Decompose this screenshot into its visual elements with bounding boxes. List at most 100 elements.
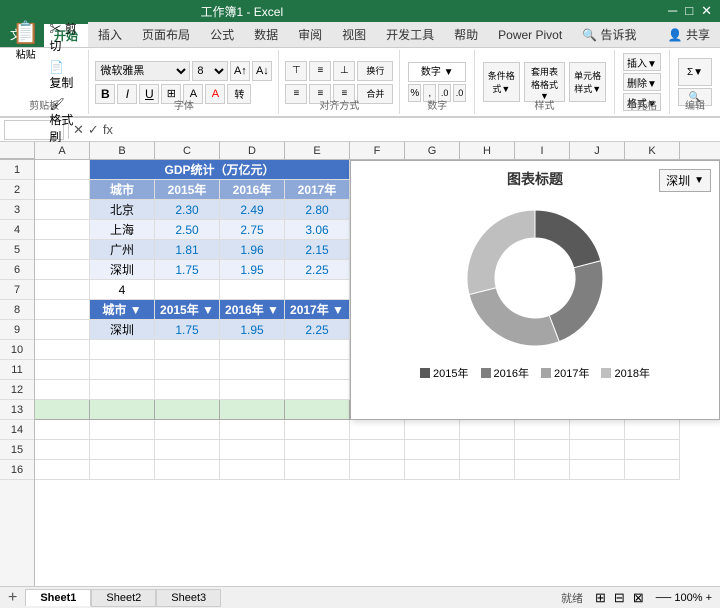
col-header-j[interactable]: J <box>570 142 625 159</box>
tab-tellme[interactable]: 🔍 告诉我 <box>572 22 646 47</box>
cell-e4[interactable]: 3.06 <box>285 220 350 240</box>
row-num-7[interactable]: 7 <box>0 280 34 300</box>
align-top-button[interactable]: ⊤ <box>285 61 307 81</box>
cell-b4[interactable]: 上海 <box>90 220 155 240</box>
row-num-12[interactable]: 12 <box>0 380 34 400</box>
cell-d3[interactable]: 2.49 <box>220 200 285 220</box>
chart-dropdown[interactable]: 深圳 ▼ <box>659 169 711 192</box>
tab-view[interactable]: 视图 <box>332 22 376 47</box>
tab-powerpivot[interactable]: Power Pivot <box>488 22 572 47</box>
tab-formula[interactable]: 公式 <box>200 22 244 47</box>
font-size-select[interactable]: 8 <box>192 61 228 81</box>
cell-d9[interactable]: 1.95 <box>220 320 285 340</box>
cell-b1-merged[interactable]: GDP统计（万亿元） <box>90 160 350 180</box>
tab-layout[interactable]: 页面布局 <box>132 22 200 47</box>
col-header-c[interactable]: C <box>155 142 220 159</box>
cell-d7[interactable] <box>220 280 285 300</box>
col-header-h[interactable]: H <box>460 142 515 159</box>
align-bottom-button[interactable]: ⊥ <box>333 61 355 81</box>
sheet-tab-sheet2[interactable]: Sheet2 <box>91 589 156 607</box>
row-num-15[interactable]: 15 <box>0 440 34 460</box>
cell-e6[interactable]: 2.25 <box>285 260 350 280</box>
decrease-font-button[interactable]: A↓ <box>252 61 272 81</box>
cell-e3[interactable]: 2.80 <box>285 200 350 220</box>
cut-button[interactable]: ✂ 剪切 <box>47 18 80 56</box>
row-num-9[interactable]: 9 <box>0 320 34 340</box>
col-header-k[interactable]: K <box>625 142 680 159</box>
view-normal-icon[interactable]: ⊞ <box>591 590 610 606</box>
wrap-text-button[interactable]: 换行 <box>357 61 393 81</box>
view-page-icon[interactable]: ⊠ <box>629 590 648 606</box>
cell-e5[interactable]: 2.15 <box>285 240 350 260</box>
cell-c8[interactable]: 2015年 ▼ <box>155 300 220 320</box>
view-layout-icon[interactable]: ⊟ <box>610 590 629 606</box>
col-header-d[interactable]: D <box>220 142 285 159</box>
cell-b2[interactable]: 城市 <box>90 180 155 200</box>
close-icon[interactable]: ✕ <box>701 3 712 19</box>
cell-b5[interactable]: 广州 <box>90 240 155 260</box>
tab-insert[interactable]: 插入 <box>88 22 132 47</box>
cell-d5[interactable]: 1.96 <box>220 240 285 260</box>
col-header-i[interactable]: I <box>515 142 570 159</box>
cell-e9[interactable]: 2.25 <box>285 320 350 340</box>
cell-d4[interactable]: 2.75 <box>220 220 285 240</box>
row-num-4[interactable]: 4 <box>0 220 34 240</box>
sheet-tab-sheet3[interactable]: Sheet3 <box>156 589 221 607</box>
zoom-slider[interactable]: ── 100% + <box>648 592 720 604</box>
table-format-button[interactable]: 套用表格格式▼ <box>524 62 566 102</box>
autosum-button[interactable]: Σ▼ <box>678 58 712 86</box>
tab-help[interactable]: 帮助 <box>444 22 488 47</box>
cell-b3[interactable]: 北京 <box>90 200 155 220</box>
increase-font-button[interactable]: A↑ <box>230 61 250 81</box>
row-num-8[interactable]: 8 <box>0 300 34 320</box>
tab-review[interactable]: 审阅 <box>288 22 332 47</box>
row-num-14[interactable]: 14 <box>0 420 34 440</box>
minimize-icon[interactable]: ─ <box>668 3 677 19</box>
paste-button[interactable]: 📋 粘贴 <box>8 18 43 63</box>
cell-a4[interactable] <box>35 220 90 240</box>
col-header-f[interactable]: F <box>350 142 405 159</box>
cell-d2[interactable]: 2016年 <box>220 180 285 200</box>
cell-a7[interactable] <box>35 280 90 300</box>
row-num-2[interactable]: 2 <box>0 180 34 200</box>
cell-style-button[interactable]: 单元格样式▼ <box>569 62 606 102</box>
sheet-tab-add[interactable]: + <box>0 587 25 609</box>
align-middle-button[interactable]: ≡ <box>309 61 331 81</box>
tab-dev[interactable]: 开发工具 <box>376 22 444 47</box>
cell-b8[interactable]: 城市 ▼ <box>90 300 155 320</box>
row-num-6[interactable]: 6 <box>0 260 34 280</box>
cell-b10[interactable] <box>90 340 155 360</box>
row-num-5[interactable]: 5 <box>0 240 34 260</box>
row-num-3[interactable]: 3 <box>0 200 34 220</box>
cell-e2[interactable]: 2017年 <box>285 180 350 200</box>
col-header-a[interactable]: A <box>35 142 90 159</box>
copy-button[interactable]: 📄 复制 <box>47 58 80 93</box>
row-num-13[interactable]: 13 <box>0 400 34 420</box>
row-num-1[interactable]: 1 <box>0 160 34 180</box>
col-header-b[interactable]: B <box>90 142 155 159</box>
tab-share[interactable]: 👤 共享 <box>658 22 720 47</box>
col-header-e[interactable]: E <box>285 142 350 159</box>
col-header-g[interactable]: G <box>405 142 460 159</box>
cell-d8[interactable]: 2016年 ▼ <box>220 300 285 320</box>
cell-a3[interactable] <box>35 200 90 220</box>
cell-a8[interactable] <box>35 300 90 320</box>
insert-function-icon[interactable]: fx <box>103 122 113 137</box>
cell-a2[interactable] <box>35 180 90 200</box>
cell-e8[interactable]: 2017年 ▼ <box>285 300 350 320</box>
row-num-11[interactable]: 11 <box>0 360 34 380</box>
number-format-select[interactable]: 数字 ▼ <box>408 62 466 82</box>
cell-b7[interactable]: 4 <box>90 280 155 300</box>
cell-c5[interactable]: 1.81 <box>155 240 220 260</box>
font-family-select[interactable]: 微软雅黑 <box>95 61 190 81</box>
cell-d6[interactable]: 1.95 <box>220 260 285 280</box>
cell-a9[interactable] <box>35 320 90 340</box>
cell-c6[interactable]: 1.75 <box>155 260 220 280</box>
cell-a5[interactable] <box>35 240 90 260</box>
cell-c3[interactable]: 2.30 <box>155 200 220 220</box>
cell-c7[interactable] <box>155 280 220 300</box>
cell-a1[interactable] <box>35 160 90 180</box>
cell-b9[interactable]: 深圳 <box>90 320 155 340</box>
cell-b6[interactable]: 深圳 <box>90 260 155 280</box>
maximize-icon[interactable]: □ <box>685 3 693 19</box>
